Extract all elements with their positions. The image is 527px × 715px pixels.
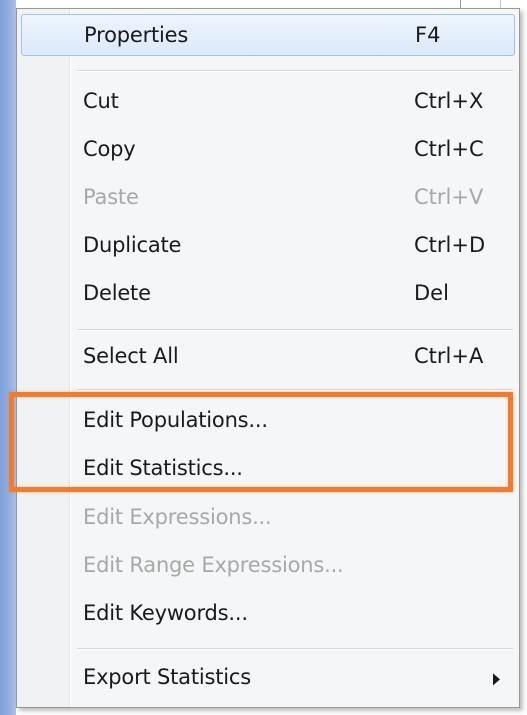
context-menu: Properties F4 Cut Ctrl+X Copy Ctrl+C Pas…	[16, 8, 520, 708]
menu-separator	[77, 389, 513, 390]
menu-item-edit-populations[interactable]: Edit Populations...	[21, 399, 515, 441]
menu-item-cut[interactable]: Cut Ctrl+X	[21, 80, 515, 122]
menu-item-shortcut: Ctrl+A	[414, 344, 484, 368]
menu-separator	[77, 648, 513, 649]
menu-item-shortcut: Ctrl+D	[414, 233, 486, 257]
screenshot-stage: Properties F4 Cut Ctrl+X Copy Ctrl+C Pas…	[0, 0, 527, 715]
menu-item-edit-statistics[interactable]: Edit Statistics...	[21, 447, 515, 489]
menu-item-export-statistics[interactable]: Export Statistics	[21, 656, 515, 698]
menu-item-edit-range-expressions: Edit Range Expressions...	[21, 544, 515, 586]
menu-item-shortcut: F4	[415, 23, 441, 47]
menu-item-label: Edit Populations...	[83, 408, 268, 432]
menu-item-label: Edit Expressions...	[83, 505, 272, 529]
menu-item-select-all[interactable]: Select All Ctrl+A	[21, 335, 515, 377]
menu-item-shortcut: Ctrl+V	[414, 185, 484, 209]
menu-item-label: Edit Range Expressions...	[83, 553, 344, 577]
menu-item-label: Delete	[83, 281, 151, 305]
menu-item-shortcut: Ctrl+C	[414, 137, 484, 161]
menu-item-label: Edit Statistics...	[83, 456, 243, 480]
menu-item-label: Edit Keywords...	[83, 601, 248, 625]
menu-item-duplicate[interactable]: Duplicate Ctrl+D	[21, 224, 515, 266]
menu-item-delete[interactable]: Delete Del	[21, 272, 515, 314]
menu-item-edit-expressions: Edit Expressions...	[21, 496, 515, 538]
menu-item-properties[interactable]: Properties F4	[21, 14, 515, 56]
menu-item-edit-keywords[interactable]: Edit Keywords...	[21, 592, 515, 634]
menu-separator	[77, 329, 513, 330]
menu-item-label: Cut	[83, 89, 119, 113]
submenu-arrow-icon	[493, 673, 500, 686]
menu-item-copy[interactable]: Copy Ctrl+C	[21, 128, 515, 170]
menu-item-shortcut: Del	[414, 281, 449, 305]
background-window-edge	[0, 0, 16, 715]
menu-item-paste: Paste Ctrl+V	[21, 176, 515, 218]
menu-item-label: Properties	[84, 23, 189, 47]
menu-item-label: Copy	[83, 137, 136, 161]
menu-item-label: Paste	[83, 185, 139, 209]
menu-item-label: Export Statistics	[83, 665, 252, 689]
menu-item-label: Duplicate	[83, 233, 182, 257]
menu-separator	[77, 70, 513, 71]
menu-item-shortcut: Ctrl+X	[414, 89, 484, 113]
menu-item-label: Select All	[83, 344, 179, 368]
